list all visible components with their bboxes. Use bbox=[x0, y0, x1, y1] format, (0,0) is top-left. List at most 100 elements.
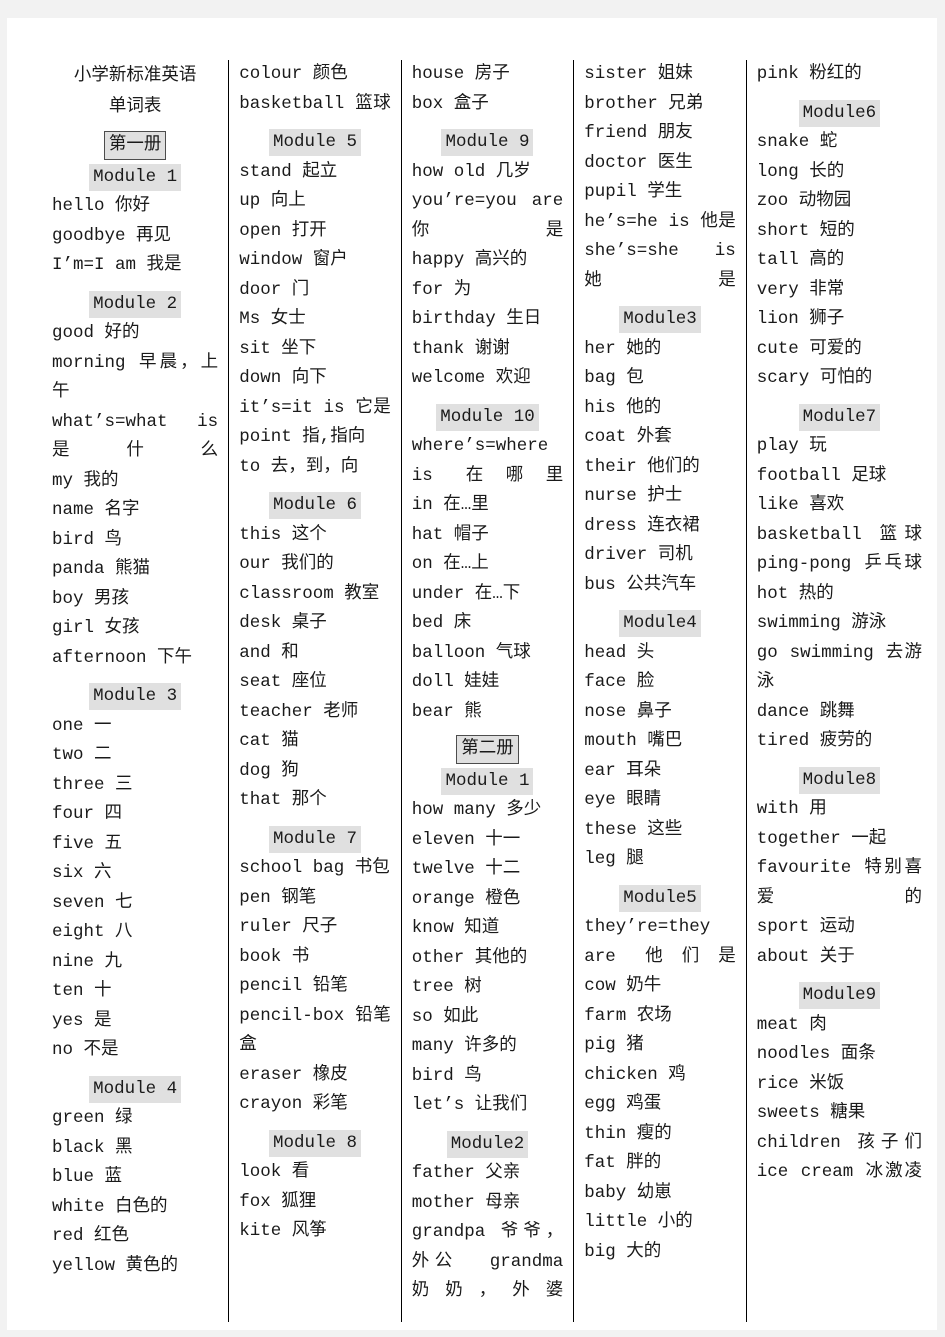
module-heading-row: Module 8 bbox=[239, 1129, 391, 1159]
word-entry: his 他的 bbox=[584, 397, 662, 418]
word-entry: bag 包 bbox=[584, 368, 644, 388]
module-heading: Module4 bbox=[619, 610, 701, 637]
word-entry: goodbye 再见 bbox=[52, 225, 172, 246]
word-entry: like 喜欢 bbox=[756, 495, 845, 515]
word-entry: dog 狗 bbox=[239, 760, 299, 781]
word-entry: doll 娃娃 bbox=[411, 672, 500, 692]
word-entry: scary 可怕的 bbox=[756, 368, 873, 388]
word-entry: he’s=he is 他是 bbox=[584, 211, 736, 232]
word-entry: colour 颜色 bbox=[239, 64, 348, 84]
word-entry: good 好的 bbox=[52, 323, 140, 343]
word-entry: black 黑 bbox=[52, 1137, 133, 1158]
word-entry: happy 高兴的 bbox=[411, 250, 528, 270]
module-heading-row: Module9 bbox=[757, 981, 922, 1011]
word-entry: her 她的 bbox=[584, 338, 662, 359]
word-entry: egg 鸡蛋 bbox=[584, 1094, 662, 1114]
word-entry: face 脸 bbox=[584, 672, 655, 692]
document-page: 小学新标准英语 单词表 第一册 Module 1 hello 你好 goodbye 再见… bbox=[7, 18, 937, 1330]
word-entry: name 名字 bbox=[52, 500, 140, 520]
word-entry: snake 蛇 bbox=[756, 132, 838, 152]
module-heading-row: Module 9 bbox=[412, 128, 564, 158]
word-entry: teacher 老师 bbox=[239, 701, 359, 722]
word-entry: cat 猫 bbox=[239, 731, 299, 751]
module-heading: Module6 bbox=[798, 99, 881, 127]
word-entry: desk 桌子 bbox=[239, 613, 327, 633]
word-entry: dance 跳舞 bbox=[756, 701, 855, 722]
module-heading-row: Module2 bbox=[412, 1130, 564, 1160]
word-entry: bus 公共汽车 bbox=[584, 574, 697, 595]
module-heading: Module 5 bbox=[268, 129, 361, 156]
module-heading-row: Module 3 bbox=[52, 682, 218, 712]
word-entry: play 玩 bbox=[756, 436, 827, 456]
word-entry: lion 狮子 bbox=[756, 309, 845, 329]
word-entry: driver 司机 bbox=[584, 545, 693, 565]
word-entry: nurse 护士 bbox=[584, 486, 683, 506]
word-entry: football 足球 bbox=[756, 465, 887, 486]
word-entry: you’re=you are 你是 bbox=[411, 191, 574, 241]
word-entry: it’s=it is 它是 bbox=[239, 397, 391, 418]
word-entry: sister 姐妹 bbox=[584, 64, 693, 84]
word-entry: head 头 bbox=[584, 642, 655, 663]
word-entry: ear 耳朵 bbox=[584, 760, 662, 781]
word-entry: door 门 bbox=[239, 279, 310, 300]
word-entry: eye 眼睛 bbox=[584, 790, 662, 810]
word-entry: go swimming 去游泳 bbox=[756, 642, 922, 693]
word-entry: nine 九 bbox=[52, 951, 123, 972]
word-entry: cow 奶牛 bbox=[584, 976, 662, 996]
word-entry: up 向上 bbox=[239, 191, 306, 211]
word-entry: pencil 铅笔 bbox=[239, 976, 348, 996]
module-heading: Module 1 bbox=[89, 163, 182, 191]
wordlist-column-3: house 房子 box 盒子 Module 9 how old 几岁 you’re=y… bbox=[400, 60, 574, 1322]
module-heading-row: Module7 bbox=[757, 403, 922, 433]
word-entry: swimming 游泳 bbox=[756, 613, 887, 633]
module-heading: Module7 bbox=[798, 403, 881, 431]
word-entry: pupil 学生 bbox=[584, 182, 683, 202]
word-entry: friend 朋友 bbox=[584, 123, 693, 143]
word-entry: seat 座位 bbox=[239, 672, 327, 692]
word-entry: ice cream 冰激凌 bbox=[756, 1162, 922, 1182]
word-entry: other 其他的 bbox=[411, 947, 528, 968]
word-entry: Ms 女士 bbox=[239, 309, 306, 329]
module-heading: Module5 bbox=[619, 884, 701, 912]
word-entry: coat 外套 bbox=[584, 427, 672, 447]
word-entry: their 他们的 bbox=[584, 456, 700, 477]
module-heading: Module3 bbox=[619, 306, 701, 333]
word-entry: grandpa 爷爷，外公 grandma 奶奶，外婆 bbox=[411, 1222, 574, 1301]
module-heading-row: Module3 bbox=[584, 305, 736, 335]
word-entry: meat 肉 bbox=[756, 1014, 827, 1035]
word-entry: hello 你好 bbox=[52, 196, 151, 216]
word-entry: how old 几岁 bbox=[411, 161, 531, 182]
wordlist-column-2: colour 颜色 basketball 篮球 Module 5 stand 起立 up… bbox=[228, 60, 401, 1322]
module-heading: Module2 bbox=[446, 1130, 529, 1158]
word-entry: farm 农场 bbox=[584, 1005, 672, 1026]
module-heading: Module 6 bbox=[268, 492, 361, 519]
word-entry: this 这个 bbox=[239, 524, 327, 545]
word-entry: and 和 bbox=[239, 642, 299, 663]
module-heading: Module 9 bbox=[441, 129, 534, 156]
word-entry: noodles 面条 bbox=[756, 1044, 876, 1064]
wordlist-column-4: sister 姐妹 brother 兄弟 friend 朋友 doctor 医生 pup… bbox=[573, 60, 746, 1322]
wordlist-columns: 小学新标准英语 单词表 第一册 Module 1 hello 你好 goodbye 再见… bbox=[52, 60, 932, 1322]
word-entry: my 我的 bbox=[52, 470, 119, 491]
word-entry: thank 谢谢 bbox=[411, 338, 510, 359]
word-entry: bird 鸟 bbox=[52, 529, 123, 550]
word-entry: basketball 篮球 bbox=[756, 524, 922, 545]
word-entry: nose 鼻子 bbox=[584, 701, 672, 722]
word-entry: balloon 气球 bbox=[411, 642, 531, 663]
word-entry: brother 兄弟 bbox=[584, 93, 704, 114]
module-heading-row: Module8 bbox=[757, 766, 922, 796]
word-entry: bed 床 bbox=[411, 613, 472, 633]
module-heading: Module 7 bbox=[268, 825, 361, 853]
book-heading-row: 第一册 bbox=[52, 131, 218, 161]
word-entry: boy 男孩 bbox=[52, 588, 130, 609]
word-entry: bear 熊 bbox=[411, 701, 482, 722]
word-entry: in 在…里 bbox=[411, 495, 489, 515]
word-entry: children 孩子们 bbox=[756, 1132, 922, 1153]
module-heading: Module 2 bbox=[89, 290, 182, 318]
word-entry: pink 粉红的 bbox=[756, 64, 862, 84]
word-entry: point 指,指向 bbox=[239, 427, 366, 447]
wordlist-column-1: 小学新标准英语 单词表 第一册 Module 1 hello 你好 goodbye 再见… bbox=[52, 60, 228, 1322]
module-heading-row: Module 1 bbox=[412, 767, 564, 797]
word-entry: book 书 bbox=[239, 946, 310, 967]
word-entry: sit 坐下 bbox=[239, 338, 317, 359]
